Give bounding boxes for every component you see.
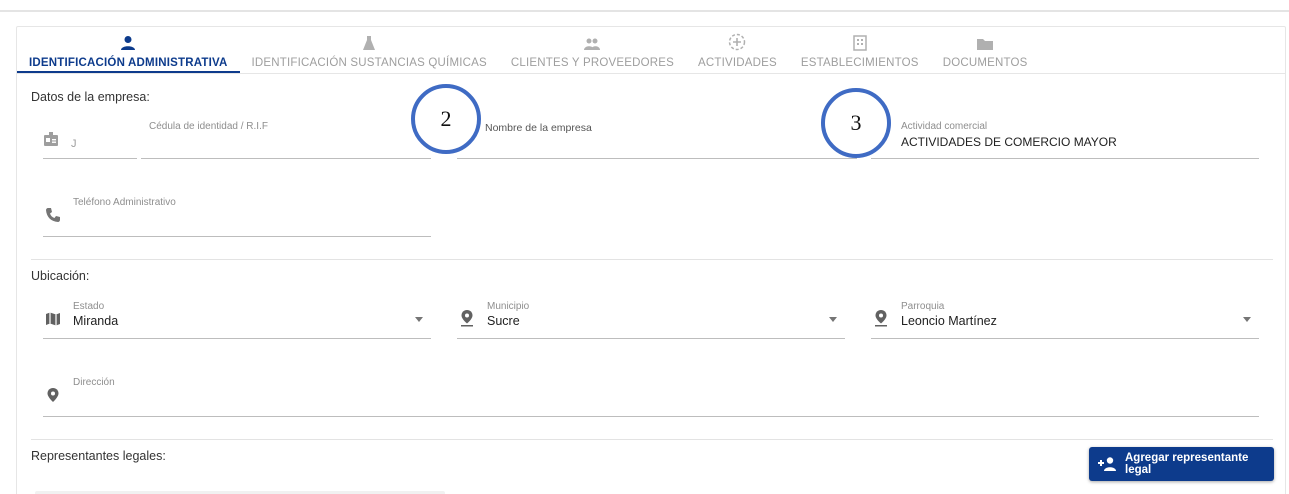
field-underline [43,338,431,339]
location-pin-icon [459,309,475,327]
tab-label: IDENTIFICACIÓN SUSTANCIAS QUÍMICAS [251,57,487,69]
person-icon [118,31,138,51]
flask-icon [359,31,379,51]
add-legal-representative-label: Agregar representante legal [1125,452,1249,476]
location-pin-icon [873,309,889,327]
estado-select[interactable]: Estado Miranda [43,299,431,339]
field-underline [457,338,845,339]
add-legal-representative-button[interactable]: Agregar representante legal [1089,447,1274,481]
field-underline [871,338,1259,339]
section-title-ubicacion: Ubicación: [31,269,90,283]
location-pin-icon [45,387,61,403]
annotation-marker-2: 2 [411,84,481,154]
section-title-datos-empresa: Datos de la empresa: [31,90,150,104]
form-card: IDENTIFICACIÓN ADMINISTRATIVA IDENTIFICA… [16,26,1286,494]
tab-actividades[interactable]: ACTIVIDADES [686,27,789,73]
parroquia-label: Parroquia [901,301,945,312]
field-underline [43,158,137,159]
tab-label: ACTIVIDADES [697,57,777,69]
top-border [0,10,1289,12]
field-underline [43,236,431,237]
phone-icon [45,207,61,223]
section-divider [31,439,1273,440]
map-icon [45,311,61,327]
tab-bar: IDENTIFICACIÓN ADMINISTRATIVA IDENTIFICA… [17,27,1040,73]
municipio-value: Sucre [487,314,520,328]
activity-icon [727,31,747,51]
municipio-label: Municipio [487,301,530,312]
estado-value: Miranda [73,314,119,328]
field-underline [141,158,431,159]
people-icon [582,31,602,51]
municipio-select[interactable]: Municipio Sucre [457,299,845,339]
nombre-empresa-label: Nombre de la empresa [485,122,592,134]
tab-documentos[interactable]: DOCUMENTOS [931,27,1040,73]
tab-identificacion-administrativa[interactable]: IDENTIFICACIÓN ADMINISTRATIVA [17,27,240,73]
cedula-rif-field[interactable]: Cédula de identidad / R.I.F [141,119,431,159]
telefono-administrativo-label: Teléfono Administrativo [73,197,176,208]
parroquia-value: Leoncio Martínez [901,314,997,328]
chevron-down-icon[interactable] [415,317,423,322]
actividad-comercial-field[interactable]: Actividad comercial ACTIVIDADES DE COMER… [871,119,1259,159]
annotation-marker-2-label: 2 [440,106,452,131]
section-divider [31,259,1273,260]
tab-identificacion-sustancias-quimicas[interactable]: IDENTIFICACIÓN SUSTANCIAS QUÍMICAS [240,27,499,73]
field-underline [871,158,1259,159]
field-underline [457,158,857,159]
folder-icon [975,31,995,51]
direccion-label: Dirección [73,377,115,388]
actividad-comercial-label: Actividad comercial [901,121,988,132]
parroquia-select[interactable]: Parroquia Leoncio Martínez [871,299,1259,339]
building-icon [850,31,870,51]
field-underline [43,416,1259,417]
tabs-divider [17,73,1285,74]
section-title-representantes: Representantes legales: [31,449,166,463]
tab-label: CLIENTES Y PROVEEDORES [510,57,674,69]
tab-label: IDENTIFICACIÓN ADMINISTRATIVA [29,57,228,69]
cedula-rif-label: Cédula de identidad / R.I.F [149,121,268,132]
chevron-down-icon[interactable] [829,317,837,322]
annotation-marker-3: 3 [821,88,891,158]
annotation-marker-3-label: 3 [850,110,862,135]
estado-label: Estado [73,301,105,312]
telefono-administrativo-field[interactable]: Teléfono Administrativo [43,197,431,237]
tab-label: DOCUMENTOS [942,57,1028,69]
nombre-empresa-field[interactable]: Nombre de la empresa [457,119,857,159]
tab-establecimientos[interactable]: ESTABLECIMIENTOS [789,27,931,73]
tab-clientes-y-proveedores[interactable]: CLIENTES Y PROVEEDORES [499,27,686,73]
tab-label: ESTABLECIMIENTOS [800,57,919,69]
add-person-icon [1097,456,1117,472]
rif-prefix-field[interactable]: J [43,119,137,159]
rif-prefix-value: J [71,138,77,150]
id-card-icon [43,131,59,147]
actividad-comercial-value: ACTIVIDADES DE COMERCIO MAYOR [901,135,1117,149]
chevron-down-icon[interactable] [1243,317,1251,322]
direccion-field[interactable]: Dirección [43,377,1259,417]
